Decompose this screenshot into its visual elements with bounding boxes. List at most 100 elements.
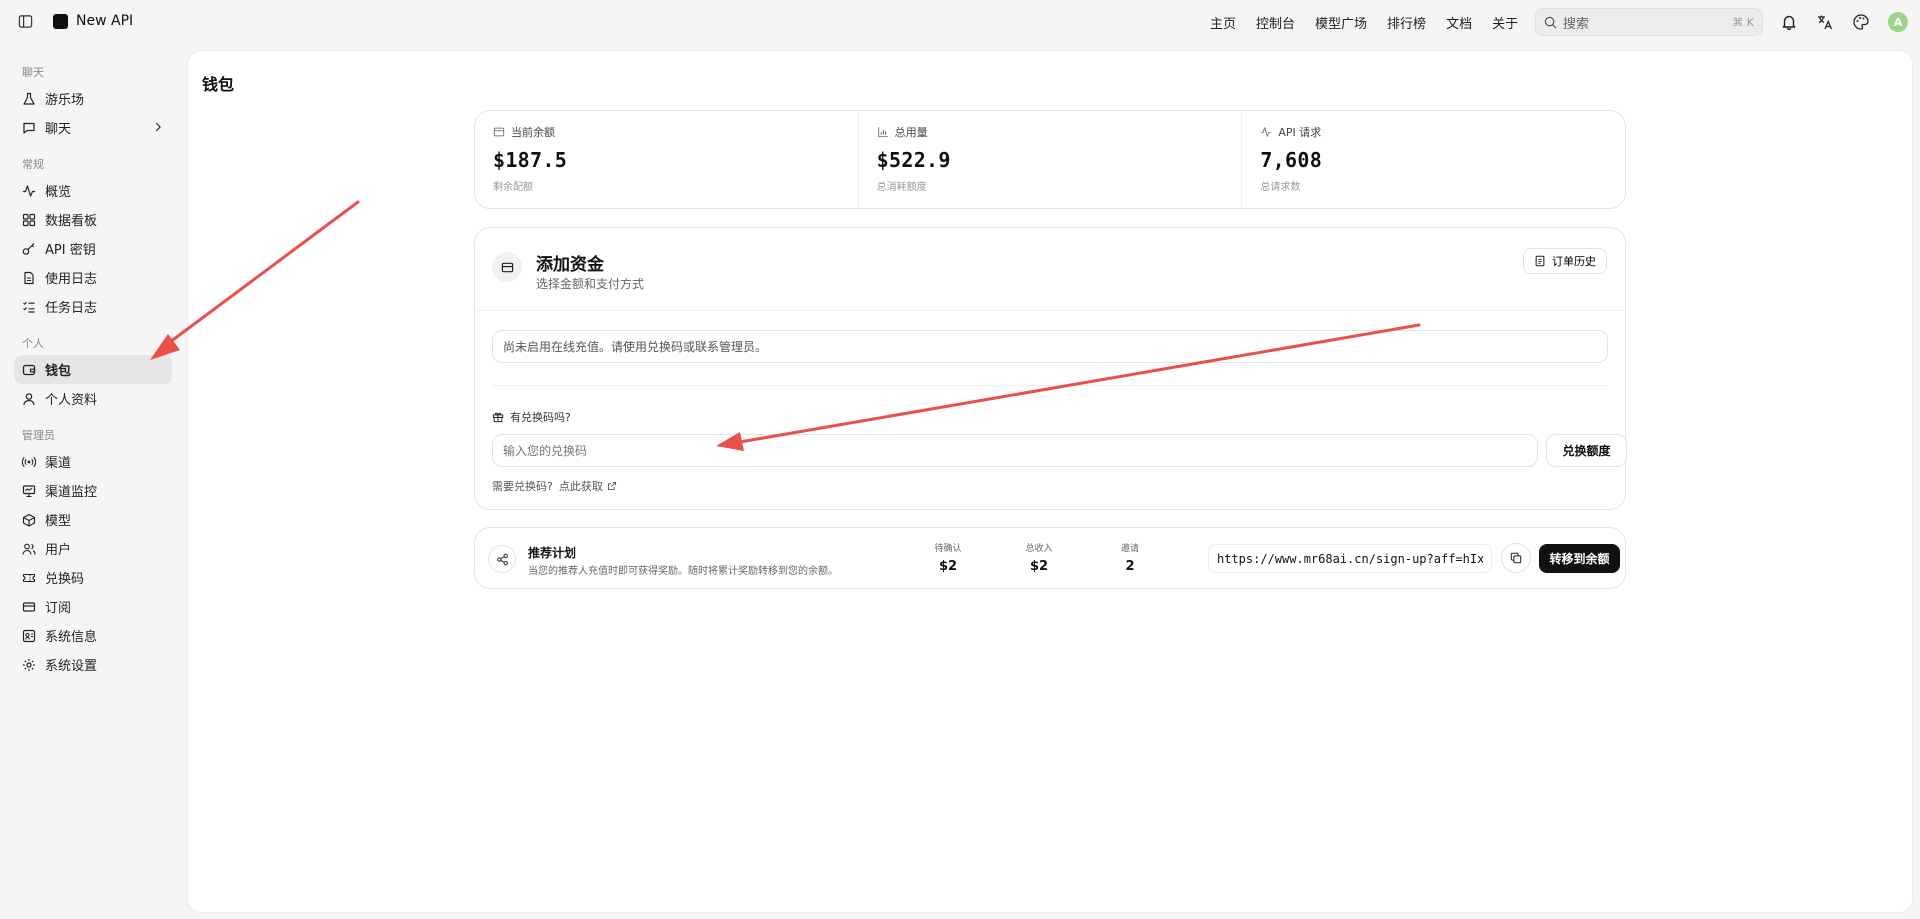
- stat-sub: 剩余配额: [493, 182, 533, 193]
- nav-console[interactable]: 控制台: [1256, 13, 1295, 32]
- sidebar-item-users[interactable]: 用户: [14, 534, 172, 563]
- card-icon: [22, 600, 36, 614]
- sidebar-item-api-keys[interactable]: API 密钥: [14, 234, 172, 263]
- sidebar-item-label: 订阅: [45, 601, 72, 616]
- copy-icon: [1510, 552, 1522, 564]
- stat-balance: 当前余额 $187.5 剩余配额: [475, 111, 859, 208]
- referral-stat-value: 2: [1125, 559, 1135, 574]
- nav-leaderboard[interactable]: 排行榜: [1387, 13, 1426, 32]
- sidebar-toggle-icon[interactable]: [18, 14, 34, 30]
- main-panel: 钱包 当前余额 $187.5 剩余配额 总用量 $522.9 总消耗额度 API…: [187, 50, 1913, 913]
- sidebar-item-label: 游乐场: [45, 93, 85, 108]
- palette-icon[interactable]: [1852, 13, 1870, 31]
- sidebar-item-label: 使用日志: [45, 272, 98, 287]
- sidebar-item-chat[interactable]: 聊天: [14, 113, 172, 142]
- sidebar-item-channel-monitor[interactable]: 渠道监控: [14, 476, 172, 505]
- user-icon: [22, 392, 36, 406]
- nav-docs[interactable]: 文档: [1446, 13, 1472, 32]
- stat-label: 当前余额: [511, 126, 555, 139]
- sidebar-item-label: 任务日志: [45, 301, 98, 316]
- gear-icon: [22, 658, 36, 672]
- app-name: New API: [76, 13, 134, 29]
- redeem-code-input[interactable]: [492, 434, 1538, 467]
- grid-icon: [22, 213, 36, 227]
- top-actions: A: [1780, 12, 1908, 32]
- sidebar-item-task-logs[interactable]: 任务日志: [14, 292, 172, 321]
- stat-usage: 总用量 $522.9 总消耗额度: [859, 111, 1243, 208]
- logo-icon: [53, 13, 68, 29]
- stat-sub: 总消耗额度: [876, 182, 927, 193]
- wallet-icon: [22, 363, 36, 377]
- key-icon: [22, 242, 36, 256]
- wallet-icon: [493, 126, 505, 138]
- sidebar-item-wallet[interactable]: 钱包: [14, 355, 172, 384]
- referral-stat-pending: 待确认 $2: [918, 541, 978, 574]
- external-link-icon: [607, 481, 617, 491]
- redeem-label: 有兑换码吗?: [492, 409, 571, 425]
- sidebar-item-label: 渠道: [45, 456, 72, 471]
- referral-stat-value: $2: [938, 559, 958, 574]
- stat-sub: 总请求数: [1260, 182, 1301, 193]
- sidebar-item-system-settings[interactable]: 系统设置: [14, 650, 172, 679]
- sidebar-item-usage-logs[interactable]: 使用日志: [14, 263, 172, 292]
- list-check-icon: [22, 300, 36, 314]
- stat-label: 总用量: [894, 126, 928, 139]
- get-code-link-label: 点此获取: [558, 480, 603, 493]
- translate-icon[interactable]: [1816, 13, 1834, 31]
- sidebar: 聊天 游乐场 聊天 常规 概览 数据看板 API 密钥 使用日志 任务日志 个人…: [0, 60, 186, 679]
- sidebar-item-label: 兑换码: [45, 572, 85, 587]
- sidebar-item-label: 概览: [45, 185, 72, 200]
- stat-label: API 请求: [1278, 126, 1322, 139]
- sidebar-item-redeem-codes[interactable]: 兑换码: [14, 563, 172, 592]
- stat-requests: API 请求 7,608 总请求数: [1242, 111, 1625, 208]
- info-icon: [22, 629, 36, 643]
- sidebar-section-chat: 聊天: [22, 66, 44, 79]
- order-history-label: 订单历史: [1552, 256, 1596, 268]
- search-shortcut: ⌘ K: [1732, 15, 1754, 29]
- redeem-button[interactable]: 兑换额度: [1546, 434, 1627, 467]
- referral-title: 推荐计划: [528, 546, 577, 560]
- get-code-link[interactable]: 点此获取: [559, 478, 617, 494]
- sidebar-item-label: 用户: [45, 543, 72, 558]
- ticket-icon: [22, 571, 36, 585]
- nav-about[interactable]: 关于: [1492, 13, 1518, 32]
- avatar[interactable]: A: [1888, 12, 1908, 32]
- sidebar-item-label: 钱包: [45, 364, 72, 379]
- order-history-button[interactable]: 订单历史: [1523, 248, 1607, 274]
- sidebar-item-dashboard[interactable]: 数据看板: [14, 205, 172, 234]
- need-code-row: 需要兑换码? 点此获取: [492, 478, 617, 494]
- sidebar-item-system-info[interactable]: 系统信息: [14, 621, 172, 650]
- search-box[interactable]: 搜索 ⌘ K: [1535, 8, 1763, 36]
- referral-link-field[interactable]: [1208, 544, 1492, 573]
- sidebar-item-overview[interactable]: 概览: [14, 176, 172, 205]
- page-title: 钱包: [202, 75, 235, 94]
- referral-stat-total: 总收入 $2: [1009, 541, 1069, 574]
- bell-icon[interactable]: [1780, 13, 1798, 31]
- monitor-icon: [22, 484, 36, 498]
- transfer-to-balance-button[interactable]: 转移到余额: [1539, 544, 1620, 573]
- receipt-icon: [1534, 255, 1546, 267]
- copy-link-button[interactable]: [1501, 543, 1531, 573]
- referral-card: 推荐计划 当您的推荐人充值时即可获得奖励。随时将累计奖励转移到您的余额。 待确认…: [474, 527, 1626, 589]
- referral-stat-label: 待确认: [934, 544, 962, 554]
- sidebar-item-label: 渠道监控: [45, 485, 98, 500]
- sidebar-item-playground[interactable]: 游乐场: [14, 84, 172, 113]
- stat-value: 7,608: [1260, 148, 1323, 172]
- brand[interactable]: New API: [53, 13, 133, 29]
- sidebar-item-profile[interactable]: 个人资料: [14, 384, 172, 413]
- top-nav: 主页 控制台 模型广场 排行榜 文档 关于: [1210, 13, 1518, 32]
- sidebar-item-subscriptions[interactable]: 订阅: [14, 592, 172, 621]
- activity-icon: [22, 184, 36, 198]
- radio-icon: [22, 455, 36, 469]
- sidebar-item-channels[interactable]: 渠道: [14, 447, 172, 476]
- share-icon: [488, 545, 516, 573]
- redeem-label-text: 有兑换码吗?: [510, 411, 571, 424]
- nav-models[interactable]: 模型广场: [1315, 13, 1367, 32]
- sidebar-section-general: 常规: [22, 158, 44, 171]
- chevron-right-icon: [152, 121, 164, 133]
- sidebar-item-label: 数据看板: [45, 214, 98, 229]
- sidebar-item-label: 系统设置: [45, 659, 98, 674]
- nav-home[interactable]: 主页: [1210, 13, 1236, 32]
- referral-description: 当您的推荐人充值时即可获得奖励。随时将累计奖励转移到您的余额。: [528, 566, 838, 577]
- sidebar-item-models[interactable]: 模型: [14, 505, 172, 534]
